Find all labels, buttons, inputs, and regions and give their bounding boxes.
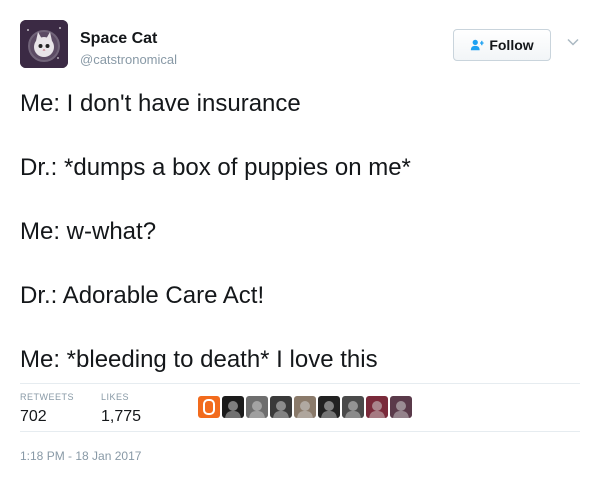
tweet-line: Dr.: *dumps a box of puppies on me*	[20, 154, 411, 181]
liker-avatars	[198, 396, 412, 418]
liker-avatar[interactable]	[342, 396, 364, 418]
user-handle[interactable]: @catstronomical	[80, 52, 177, 67]
tweet-line: Me: I don't have insurance	[20, 90, 301, 117]
space-cat-avatar-image	[20, 20, 68, 68]
add-user-icon	[471, 39, 484, 51]
likes-stat[interactable]: LIKES 1,775	[101, 392, 141, 426]
retweets-stat[interactable]: RETWEETS 702	[20, 392, 74, 426]
follow-button[interactable]: Follow	[453, 29, 551, 61]
liker-avatar[interactable]	[318, 396, 340, 418]
tweet-line: Me: w-what?	[20, 218, 157, 245]
liker-avatar[interactable]	[366, 396, 388, 418]
tweet-line: Me: *bleeding to death* I love this	[20, 346, 378, 373]
follow-button-label: Follow	[489, 37, 534, 53]
liker-avatar[interactable]	[246, 396, 268, 418]
avatar[interactable]	[20, 20, 68, 68]
retweets-label: RETWEETS	[20, 392, 75, 402]
tweet-header: Space Cat @catstronomical Follow	[20, 20, 590, 72]
liker-avatar[interactable]	[294, 396, 316, 418]
divider	[20, 383, 580, 384]
divider	[20, 431, 580, 432]
liker-avatar[interactable]	[198, 396, 220, 418]
tweet-card: Space Cat @catstronomical Follow Me: I d…	[0, 0, 608, 477]
retweets-count: 702	[20, 408, 47, 425]
tweet-text: Me: I don't have insurance Dr.: *dumps a…	[20, 88, 590, 408]
chevron-down-icon	[567, 38, 579, 46]
tweet-menu-caret[interactable]	[565, 34, 581, 50]
liker-avatar[interactable]	[222, 396, 244, 418]
likes-label: LIKES	[101, 392, 130, 402]
tweet-timestamp[interactable]: 1:18 PM - 18 Jan 2017	[20, 449, 141, 463]
tweet-line: Dr.: Adorable Care Act!	[20, 282, 265, 309]
likes-count: 1,775	[101, 408, 142, 425]
display-name[interactable]: Space Cat	[80, 30, 157, 48]
liker-avatar[interactable]	[270, 396, 292, 418]
liker-avatar[interactable]	[390, 396, 412, 418]
